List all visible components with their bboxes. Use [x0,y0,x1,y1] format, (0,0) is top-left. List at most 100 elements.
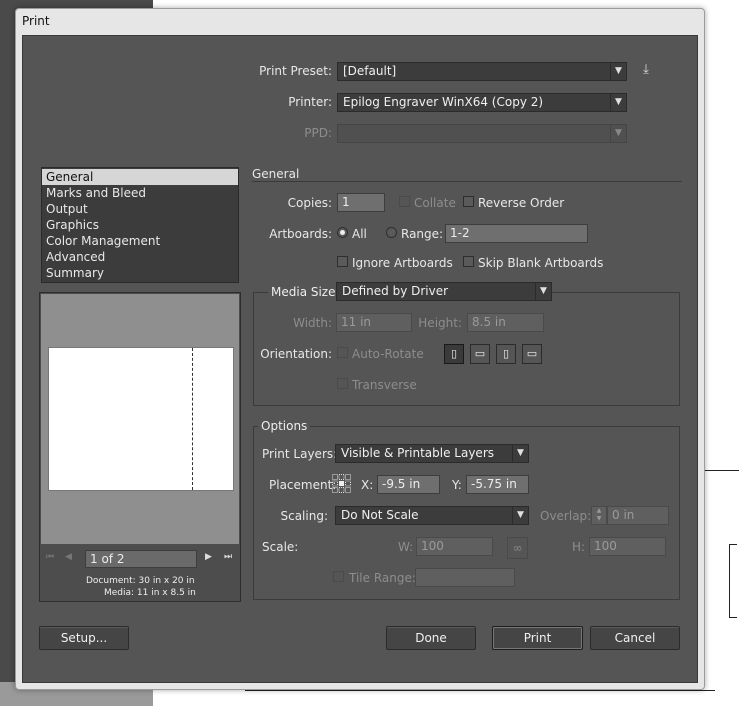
chevron-down-icon: ▼ [610,63,626,80]
ppd-select[interactable]: ▼ [337,124,627,143]
category-list: General Marks and Bleed Output Graphics Colo… [41,167,239,283]
scaling-label: Scaling: [280,509,328,523]
overlap-input[interactable]: 0 in [607,506,669,525]
canvas-guide-line [705,470,739,471]
last-page-icon[interactable]: ⏭ [224,552,236,562]
copies-input[interactable]: 1 [337,193,385,212]
preview-panel: ⏮ ◀ 1 of 2 ▶ ⏭ Document: 30 in x 20 in M… [39,292,241,602]
auto-rotate-label: Auto-Rotate [352,347,424,361]
preview-page [48,347,234,491]
print-layers-value: Visible & Printable Layers [341,446,494,460]
print-layers-select[interactable]: Visible & Printable Layers ▼ [335,444,529,463]
first-page-icon[interactable]: ⏮ [46,552,58,562]
scale-label: Scale: [262,540,299,554]
auto-rotate-checkbox[interactable] [337,347,348,358]
orientation-label: Orientation: [260,347,332,361]
general-divider [252,181,682,182]
artboards-label: Artboards: [269,227,332,241]
category-item[interactable]: Advanced [42,249,238,265]
skip-blank-label: Skip Blank Artboards [478,256,604,270]
setup-button[interactable]: Setup... [39,626,129,650]
category-item[interactable]: Marks and Bleed [42,185,238,201]
overlap-stepper-icon[interactable]: ▲ ▼ [591,506,607,525]
media-size-select[interactable]: Defined by Driver ▼ [336,282,552,301]
height-input[interactable]: 8.5 in [467,313,544,332]
dialog-title: Print [22,14,50,28]
canvas-guide-bottom [245,690,715,691]
transverse-checkbox[interactable] [337,378,348,389]
general-heading: General [252,167,300,181]
reverse-order-label: Reverse Order [478,196,565,210]
landscape-flipped-orientation-icon[interactable]: ▭ [522,344,542,364]
artboards-all-label: All [352,227,367,241]
artboards-range-label: Range: [401,227,444,241]
media-size-label: Media Size: [268,284,343,300]
scaling-select[interactable]: Do Not Scale ▼ [335,506,529,525]
x-input[interactable]: -9.5 in [377,475,440,494]
options-heading: Options [258,418,311,434]
constrain-proportions-link-icon[interactable]: ∞ [507,537,528,559]
done-button[interactable]: Done [386,626,476,650]
width-input[interactable]: 11 in [336,313,412,332]
print-button[interactable]: Print [492,626,583,650]
portrait-flipped-orientation-icon[interactable]: ▯ [496,344,516,364]
category-item[interactable]: Output [42,201,238,217]
overlap-label: Overlap: [540,509,592,523]
placement-label: Placement: [269,478,337,492]
artboard-boundary [192,348,193,490]
range-input[interactable]: 1-2 [445,224,588,243]
h-input[interactable]: 100 [589,537,666,556]
previous-page-icon[interactable]: ◀ [65,552,77,562]
y-label: Y: [452,478,462,492]
printer-label: Printer: [288,95,332,109]
scaling-value: Do Not Scale [341,508,419,522]
reverse-order-checkbox[interactable] [463,196,474,207]
artboards-all-radio[interactable] [337,227,348,238]
cancel-button[interactable]: Cancel [590,626,680,650]
copies-label: Copies: [287,196,332,210]
printer-select[interactable]: Epilog Engraver WinX64 (Copy 2) ▼ [337,93,627,112]
collate-label: Collate [414,196,456,210]
print-preset-label: Print Preset: [259,64,332,78]
page-field[interactable]: 1 of 2 [85,550,197,568]
chevron-down-icon: ▼ [512,445,528,462]
collate-checkbox[interactable] [399,196,410,207]
chevron-down-icon: ▼ [610,94,626,111]
printer-value: Epilog Engraver WinX64 (Copy 2) [343,95,544,109]
height-label: Height: [418,316,462,330]
save-preset-icon[interactable]: ⤓ [637,62,655,80]
w-input[interactable]: 100 [416,537,493,556]
landscape-orientation-icon[interactable]: ▭ [470,344,490,364]
chevron-down-icon: ▼ [610,125,626,142]
chevron-down-icon: ▼ [535,283,551,300]
category-item[interactable]: General [42,169,238,185]
ignore-artboards-label: Ignore Artboards [352,256,453,270]
ppd-label: PPD: [304,126,332,140]
media-size-text: Media: 11 in x 8.5 in [104,588,196,598]
print-preset-select[interactable]: [Default] ▼ [337,62,627,81]
print-preset-value: [Default] [343,64,397,78]
artboards-range-radio[interactable] [386,227,397,238]
placement-grid-icon[interactable] [332,474,351,493]
w-label: W: [398,540,414,554]
next-page-icon[interactable]: ▶ [205,552,217,562]
category-item[interactable]: Graphics [42,217,238,233]
tile-range-input[interactable] [415,568,515,587]
ignore-artboards-checkbox[interactable] [337,256,348,267]
portrait-orientation-icon[interactable]: ▯ [444,344,464,364]
skip-blank-checkbox[interactable] [463,256,474,267]
h-label: H: [572,540,586,554]
tile-range-label: Tile Range: [349,571,416,585]
print-layers-label: Print Layers: [262,447,338,461]
category-item[interactable]: Summary [42,265,238,281]
x-label: X: [361,478,374,492]
category-item[interactable]: Color Management [42,233,238,249]
screen: { "dialog": { "title": "Print", "print_p… [0,0,739,706]
chevron-down-icon: ▼ [512,507,528,524]
y-input[interactable]: -5.75 in [466,475,529,494]
media-size-value: Defined by Driver [342,284,449,298]
document-size-text: Document: 30 in x 20 in [86,576,195,586]
transverse-label: Transverse [352,378,417,392]
tile-range-checkbox[interactable] [333,571,344,582]
canvas-guide-bracket [729,544,737,618]
